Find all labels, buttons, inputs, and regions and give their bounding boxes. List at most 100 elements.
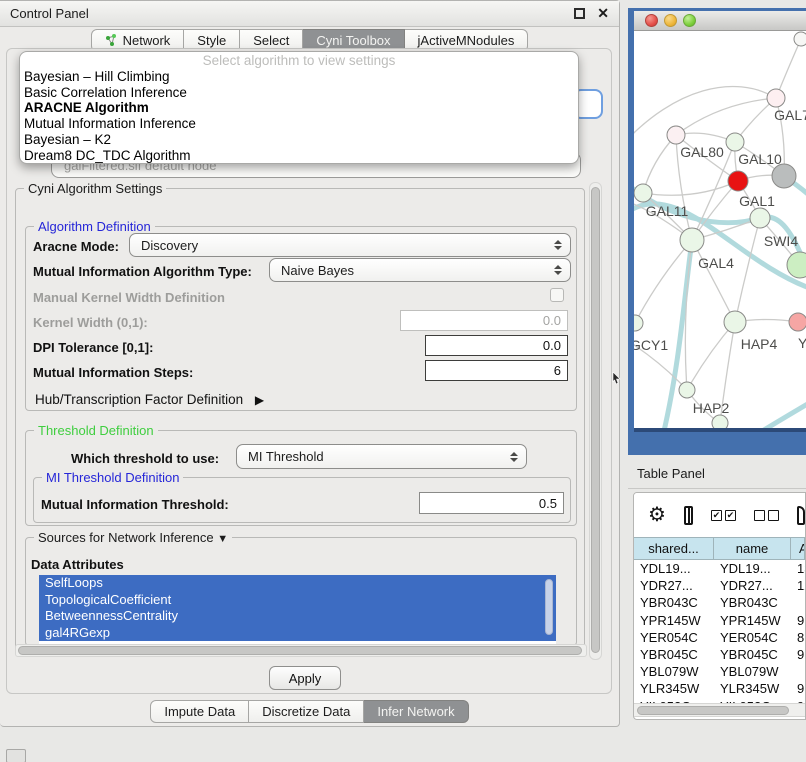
sources-legend: Sources for Network Inference ▼ bbox=[34, 530, 232, 547]
network-window-bottom-shadow bbox=[634, 428, 806, 432]
table-toolbar: ⚙ ✔ ✔ bbox=[634, 493, 805, 537]
kernel-width-field[interactable]: 0.0 bbox=[400, 310, 568, 331]
deselect-all-columns-icon[interactable] bbox=[754, 510, 779, 521]
table-panel-body: ⚙ ✔ ✔ shared... name A YDL19...YDL19...1… bbox=[633, 492, 806, 720]
node-gal80[interactable] bbox=[667, 126, 685, 144]
control-panel-titlebar[interactable]: Control Panel ✕ bbox=[0, 1, 619, 27]
node-gal10[interactable] bbox=[726, 133, 744, 151]
columns-icon[interactable] bbox=[684, 506, 693, 525]
float-window-icon[interactable] bbox=[574, 8, 585, 19]
network-icon bbox=[105, 34, 118, 47]
mi-threshold-legend: MI Threshold Definition bbox=[42, 470, 183, 485]
attribute-item[interactable]: gal4RGexp bbox=[39, 625, 556, 642]
select-all-columns-icon[interactable]: ✔ ✔ bbox=[711, 510, 736, 521]
attribute-item[interactable]: TopologicalCoefficient bbox=[39, 592, 556, 609]
node-gal7[interactable] bbox=[767, 89, 785, 107]
algorithm-definition-legend: Algorithm Definition bbox=[34, 219, 155, 234]
gear-icon[interactable]: ⚙ bbox=[648, 505, 666, 525]
node-label: GAL7 bbox=[774, 107, 806, 123]
table-hscrollbar-thumb[interactable] bbox=[637, 706, 789, 715]
node-label: HAP2 bbox=[693, 400, 730, 416]
cyni-settings-legend: Cyni Algorithm Settings bbox=[24, 181, 166, 196]
algorithm-option[interactable]: Basic Correlation Inference bbox=[20, 85, 578, 101]
expand-right-icon[interactable]: ▶ bbox=[255, 393, 264, 407]
column-header[interactable]: shared... bbox=[634, 537, 714, 560]
algorithm-option[interactable]: Bayesian – K2 bbox=[20, 132, 578, 148]
attribute-item[interactable]: BetweennessCentrality bbox=[39, 608, 556, 625]
zoom-traffic-light[interactable] bbox=[683, 14, 696, 27]
threshold-definition-legend: Threshold Definition bbox=[34, 423, 158, 438]
spinner-icon bbox=[554, 240, 562, 250]
node-hap4[interactable] bbox=[724, 311, 746, 333]
node-swi4[interactable] bbox=[787, 252, 806, 278]
algorithm-option[interactable]: Dream8 DC_TDC Algorithm bbox=[20, 148, 578, 164]
collapsed-panel-icon[interactable] bbox=[6, 749, 26, 762]
close-icon[interactable]: ✕ bbox=[597, 8, 609, 19]
mi-threshold-field[interactable]: 0.5 bbox=[419, 492, 564, 514]
tab-discretize-data[interactable]: Discretize Data bbox=[249, 700, 364, 723]
node-labels: GAL7 GAL80 GAL10 GAL1 GAL11 SWI4 GAL4 GC… bbox=[634, 107, 806, 416]
node[interactable] bbox=[794, 32, 806, 46]
node-gal4[interactable] bbox=[680, 228, 704, 252]
algorithm-dropdown-list: Select algorithm to view settings Bayesi… bbox=[19, 51, 579, 164]
attribute-item[interactable]: SelfLoops bbox=[39, 575, 556, 592]
algorithm-option[interactable]: Bayesian – Hill Climbing bbox=[20, 69, 578, 85]
tab-infer-network[interactable]: Infer Network bbox=[364, 700, 468, 723]
mi-threshold-label: Mutual Information Threshold: bbox=[41, 497, 229, 512]
network-canvas[interactable]: GAL7 GAL80 GAL10 GAL1 GAL11 SWI4 GAL4 GC… bbox=[634, 31, 806, 428]
table-row[interactable]: YLR345WYLR345W9. bbox=[634, 680, 805, 697]
list-scrollbar-thumb[interactable] bbox=[545, 579, 553, 635]
node-gray[interactable] bbox=[772, 164, 796, 188]
node-label: SWI4 bbox=[764, 233, 798, 249]
table-panel-title: Table Panel bbox=[637, 466, 705, 481]
network-window-titlebar[interactable] bbox=[634, 11, 806, 31]
settings-vscrollbar-track[interactable] bbox=[589, 182, 602, 660]
table-row[interactable]: YBL079WYBL079W bbox=[634, 663, 805, 680]
node[interactable] bbox=[750, 208, 770, 228]
node-label: GAL4 bbox=[698, 255, 734, 271]
aracne-mode-combo[interactable]: Discovery bbox=[129, 233, 571, 257]
hub-definition-toggle[interactable]: Hub/Transcription Factor Definition ▶ bbox=[35, 392, 264, 407]
node-label: GAL80 bbox=[680, 144, 724, 160]
aracne-mode-label: Aracne Mode: bbox=[33, 239, 119, 254]
new-table-icon[interactable] bbox=[797, 506, 805, 525]
settings-hscrollbar-thumb[interactable] bbox=[18, 646, 582, 655]
tab-impute-data[interactable]: Impute Data bbox=[150, 700, 249, 723]
minimize-traffic-light[interactable] bbox=[664, 14, 677, 27]
node[interactable] bbox=[712, 415, 728, 428]
algorithm-option-selected[interactable]: ARACNE Algorithm bbox=[20, 100, 578, 116]
settings-vscrollbar-thumb[interactable] bbox=[591, 187, 600, 653]
node-gcy1[interactable] bbox=[634, 315, 643, 331]
dpi-tolerance-field[interactable]: 0.0 bbox=[425, 335, 568, 356]
which-threshold-combo[interactable]: MI Threshold bbox=[236, 444, 527, 469]
column-header[interactable]: A bbox=[791, 537, 805, 560]
manual-kernel-label: Manual Kernel Width Definition bbox=[33, 290, 225, 305]
table-hscrollbar-track[interactable] bbox=[634, 703, 806, 717]
collapse-down-icon[interactable]: ▼ bbox=[217, 533, 228, 545]
manual-kernel-checkbox[interactable] bbox=[550, 288, 564, 302]
mi-steps-field[interactable]: 6 bbox=[425, 360, 568, 381]
node-gal11[interactable] bbox=[634, 184, 652, 202]
mi-type-combo[interactable]: Naive Bayes bbox=[269, 258, 571, 282]
table-row[interactable]: YPR145WYPR145W9. bbox=[634, 612, 805, 629]
column-header[interactable]: name bbox=[714, 537, 791, 560]
table-row[interactable]: YDR27...YDR27...12 bbox=[634, 577, 805, 594]
apply-button[interactable]: Apply bbox=[269, 666, 341, 690]
node-gal1-selected[interactable] bbox=[728, 171, 748, 191]
divider bbox=[628, 488, 806, 489]
table-row[interactable]: YER054CYER054C8. bbox=[634, 629, 805, 646]
spinner-icon bbox=[510, 452, 518, 462]
algorithm-option[interactable]: Mutual Information Inference bbox=[20, 116, 578, 132]
spinner-icon bbox=[554, 265, 562, 275]
table-row[interactable]: YBR045CYBR045C9. bbox=[634, 646, 805, 663]
table-header-row: shared... name A bbox=[634, 537, 805, 560]
table-row[interactable]: YBR043CYBR043C bbox=[634, 594, 805, 611]
node-pink[interactable] bbox=[789, 313, 806, 331]
close-traffic-light[interactable] bbox=[645, 14, 658, 27]
window-title: Control Panel bbox=[10, 6, 574, 21]
nodes bbox=[634, 32, 806, 428]
node-hap2[interactable] bbox=[679, 382, 695, 398]
table-row[interactable]: YDL19...YDL19...13 bbox=[634, 560, 805, 577]
node-label: HAP4 bbox=[741, 336, 778, 352]
settings-hscrollbar-track[interactable] bbox=[15, 644, 587, 657]
